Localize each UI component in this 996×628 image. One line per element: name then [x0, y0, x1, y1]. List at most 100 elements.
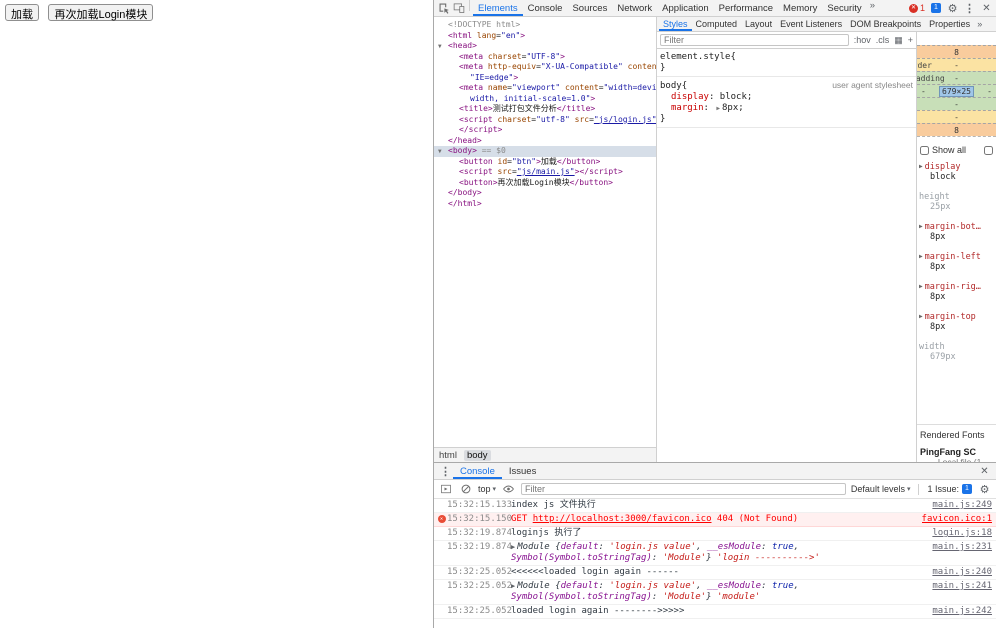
- dom-node[interactable]: <button id="btn">加载</button>: [434, 157, 656, 168]
- drawer-tab-issues[interactable]: Issues: [502, 463, 543, 479]
- dom-node[interactable]: <title>测试打包文件分析</title>: [434, 104, 656, 115]
- show-all-row: Show all: [920, 145, 993, 155]
- source-link[interactable]: main.js:231: [932, 542, 992, 553]
- source-link[interactable]: main.js:241: [932, 581, 992, 592]
- main-tab-console[interactable]: Console: [523, 0, 568, 16]
- expand-object-icon[interactable]: ▶: [511, 543, 515, 551]
- frame-context-selector[interactable]: top ▾: [478, 484, 496, 494]
- dom-node[interactable]: <meta charset="UTF-8">: [434, 52, 656, 63]
- console-settings-icon[interactable]: ⚙: [977, 482, 992, 497]
- request-url-link[interactable]: http://localhost:3000/favicon.ico: [533, 514, 712, 524]
- drawer-tab-console[interactable]: Console: [453, 463, 502, 479]
- reload-login-button[interactable]: 再次加载Login模块: [48, 4, 153, 21]
- source-link[interactable]: favicon.ico:1: [922, 514, 992, 525]
- padding-label: padding: [917, 74, 945, 83]
- grid-icon[interactable]: ▦: [894, 35, 903, 46]
- css-property[interactable]: margin: ▶8px;: [660, 103, 913, 114]
- sidebar-tab-computed[interactable]: Computed: [692, 17, 742, 31]
- issues-counter[interactable]: 1 Issue: 1: [927, 484, 972, 494]
- sidebar-tab-properties[interactable]: Properties: [925, 17, 974, 31]
- console-filter-input[interactable]: [521, 483, 846, 495]
- dom-node[interactable]: <script src="js/main.js"></script>: [434, 167, 656, 178]
- css-property[interactable]: display: block;: [660, 92, 913, 103]
- dom-node[interactable]: </html>: [434, 199, 656, 210]
- dom-node[interactable]: <script charset="utf-8" src="js/login.js…: [434, 115, 656, 126]
- close-drawer-icon[interactable]: ✕: [977, 464, 992, 479]
- css-rules-list: element.style {}body {user agent stylesh…: [657, 49, 916, 462]
- issues-icon: 1: [962, 484, 972, 494]
- dom-node[interactable]: <!DOCTYPE html>: [434, 20, 656, 31]
- sidebar-tab-styles[interactable]: Styles: [659, 17, 692, 31]
- drawer-menu-icon[interactable]: ⋮: [438, 464, 453, 479]
- computed-property[interactable]: ▶margin-rig…8px: [919, 282, 994, 302]
- computed-property[interactable]: ▶displayblock: [919, 162, 994, 182]
- source-link[interactable]: main.js:242: [932, 606, 992, 617]
- sidebar-tab-dom-breakpoints[interactable]: DOM Breakpoints: [846, 17, 925, 31]
- console-messages: 15:32:15.133index js 文件执行main.js:249✕15:…: [434, 499, 996, 628]
- console-count-badge[interactable]: 1: [929, 3, 943, 13]
- box-model[interactable]: 8 border - padding - -: [917, 45, 996, 137]
- group-checkbox[interactable]: [984, 146, 993, 155]
- twisty-icon[interactable]: ▼: [438, 43, 442, 51]
- device-toolbar-icon[interactable]: [451, 1, 466, 16]
- devtools-main: <!DOCTYPE html><html lang="en">▼<head><m…: [434, 17, 996, 462]
- computed-property[interactable]: height25px: [919, 192, 994, 212]
- dom-node[interactable]: ▼<head>: [434, 41, 656, 52]
- divider: [469, 0, 470, 11]
- inspect-element-icon[interactable]: [436, 1, 451, 16]
- dom-node[interactable]: <button>再次加载Login模块</button>: [434, 178, 656, 189]
- breadcrumb-body[interactable]: body: [464, 450, 491, 461]
- dom-node[interactable]: width, initial-scale=1.0">: [434, 94, 656, 105]
- settings-icon[interactable]: ⚙: [945, 1, 960, 16]
- sidebar-tab-event-listeners[interactable]: Event Listeners: [776, 17, 846, 31]
- toggle-element-state-button[interactable]: :hov: [854, 35, 871, 45]
- sidebar-tab-layout[interactable]: Layout: [741, 17, 776, 31]
- source-link[interactable]: main.js:249: [932, 500, 992, 511]
- dom-node[interactable]: <html lang="en">: [434, 31, 656, 42]
- main-tab-sources[interactable]: Sources: [567, 0, 612, 16]
- expand-object-icon[interactable]: ▶: [511, 582, 515, 590]
- style-rule[interactable]: body {user agent stylesheetdisplay: bloc…: [657, 77, 916, 128]
- console-sidebar-icon[interactable]: [438, 482, 453, 497]
- main-tab-network[interactable]: Network: [612, 0, 657, 16]
- message-token: index js 文件执行: [511, 500, 596, 510]
- dom-node[interactable]: <meta http-equiv="X-UA-Compatible" conte…: [434, 62, 656, 73]
- more-tabs-icon[interactable]: »: [867, 0, 878, 16]
- new-style-rule-icon[interactable]: +: [908, 35, 913, 45]
- load-button[interactable]: 加载: [5, 4, 39, 21]
- timestamp: 15:32:25.052: [447, 606, 511, 617]
- main-tab-elements[interactable]: Elements: [473, 0, 523, 16]
- dom-node[interactable]: </script>: [434, 125, 656, 136]
- computed-property[interactable]: ▶margin-top8px: [919, 312, 994, 332]
- dom-node[interactable]: </head>: [434, 136, 656, 147]
- live-expression-eye-icon[interactable]: [501, 482, 516, 497]
- source-link[interactable]: main.js:240: [932, 567, 992, 578]
- computed-property[interactable]: width679px: [919, 342, 994, 362]
- message-token: }: [706, 592, 711, 602]
- computed-property[interactable]: ▶margin-bot…8px: [919, 222, 994, 242]
- log-levels-selector[interactable]: Default levels ▾: [851, 484, 911, 494]
- clear-console-icon[interactable]: [458, 482, 473, 497]
- styles-filter-input[interactable]: [660, 34, 849, 46]
- more-options-icon[interactable]: ⋮: [962, 1, 977, 16]
- main-tab-security[interactable]: Security: [822, 0, 866, 16]
- message-token: }: [706, 553, 711, 563]
- source-link[interactable]: login.js:18: [932, 528, 992, 539]
- twisty-icon[interactable]: ▼: [438, 148, 442, 156]
- computed-property[interactable]: ▶margin-left8px: [919, 252, 994, 272]
- main-tab-application[interactable]: Application: [657, 0, 713, 16]
- more-sidebar-tabs-icon[interactable]: »: [974, 19, 985, 29]
- main-tab-memory[interactable]: Memory: [778, 0, 822, 16]
- breadcrumb-html[interactable]: html: [439, 450, 457, 461]
- error-count-badge[interactable]: ✕ 1: [907, 3, 927, 13]
- close-devtools-icon[interactable]: ✕: [979, 1, 994, 16]
- show-all-checkbox[interactable]: [920, 146, 929, 155]
- main-tab-performance[interactable]: Performance: [714, 0, 778, 16]
- dom-node[interactable]: "IE=edge">: [434, 73, 656, 84]
- dom-node-selected[interactable]: ▼<body> == $0: [434, 146, 656, 157]
- element-classes-button[interactable]: .cls: [876, 35, 890, 45]
- code-token: "en": [501, 31, 520, 40]
- dom-node[interactable]: </body>: [434, 188, 656, 199]
- dom-node[interactable]: <meta name="viewport" content="width=dev…: [434, 83, 656, 94]
- style-rule[interactable]: element.style {}: [657, 49, 916, 77]
